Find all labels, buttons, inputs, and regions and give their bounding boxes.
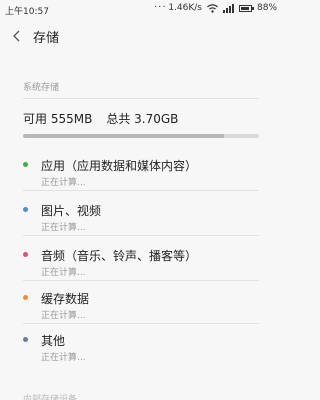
total-space: 总共 3.70GB <box>106 112 179 126</box>
category-name: 音频（音乐、铃声、播客等） <box>41 249 198 263</box>
divider <box>23 280 259 281</box>
storage-category-item[interactable]: 缓存数据正在计算... <box>0 288 281 328</box>
status-right: 1.46K/s 88% <box>168 3 277 13</box>
category-status: 正在计算... <box>41 178 86 188</box>
category-color-dot <box>23 295 28 300</box>
storage-usage-fill <box>23 134 224 138</box>
header: 存储 <box>0 20 281 54</box>
category-name: 缓存数据 <box>41 292 90 306</box>
status-bar: 上午10:57 ··· 1.46K/s 88% <box>0 0 281 20</box>
storage-usage-bar <box>23 134 259 138</box>
status-time: 上午10:57 <box>5 7 49 17</box>
wifi-icon <box>207 3 218 13</box>
available-space: 可用 555MB <box>23 112 93 126</box>
back-arrow-icon[interactable] <box>9 28 25 44</box>
category-name: 应用（应用数据和媒体内容） <box>41 159 198 173</box>
category-status: 正在计算... <box>41 268 86 278</box>
section-label-internal-storage: 内部存储设备 <box>23 395 78 400</box>
section-label-system-storage: 系统存储 <box>23 83 60 93</box>
storage-category-item[interactable]: 其他正在计算... <box>0 330 281 370</box>
category-status: 正在计算... <box>41 223 86 233</box>
category-color-dot <box>23 252 28 257</box>
category-color-dot <box>23 207 28 212</box>
network-speed: 1.46K/s <box>168 3 202 13</box>
storage-category-item[interactable]: 图片、视频正在计算... <box>0 200 281 240</box>
storage-screen: 上午10:57 ··· 1.46K/s 88% 存储 系统存储 可用 555MB… <box>0 0 281 400</box>
divider <box>23 98 259 99</box>
category-color-dot <box>23 162 28 167</box>
page-title: 存储 <box>33 31 60 46</box>
category-status: 正在计算... <box>41 353 86 363</box>
category-color-dot <box>23 337 28 342</box>
notification-dots: ··· <box>154 2 167 13</box>
category-status: 正在计算... <box>41 311 86 321</box>
divider <box>23 190 259 191</box>
storage-summary: 可用 555MB 总共 3.70GB <box>23 110 178 127</box>
category-name: 其他 <box>41 334 66 348</box>
signal-icon <box>222 3 234 13</box>
divider <box>23 323 259 324</box>
category-name: 图片、视频 <box>41 204 102 218</box>
storage-category-item[interactable]: 应用（应用数据和媒体内容） 正在计算... <box>0 155 281 195</box>
battery-percent: 88% <box>256 3 277 13</box>
divider <box>23 235 259 236</box>
storage-category-item[interactable]: 音频（音乐、铃声、播客等） 正在计算... <box>0 245 281 285</box>
battery-icon <box>238 4 254 12</box>
